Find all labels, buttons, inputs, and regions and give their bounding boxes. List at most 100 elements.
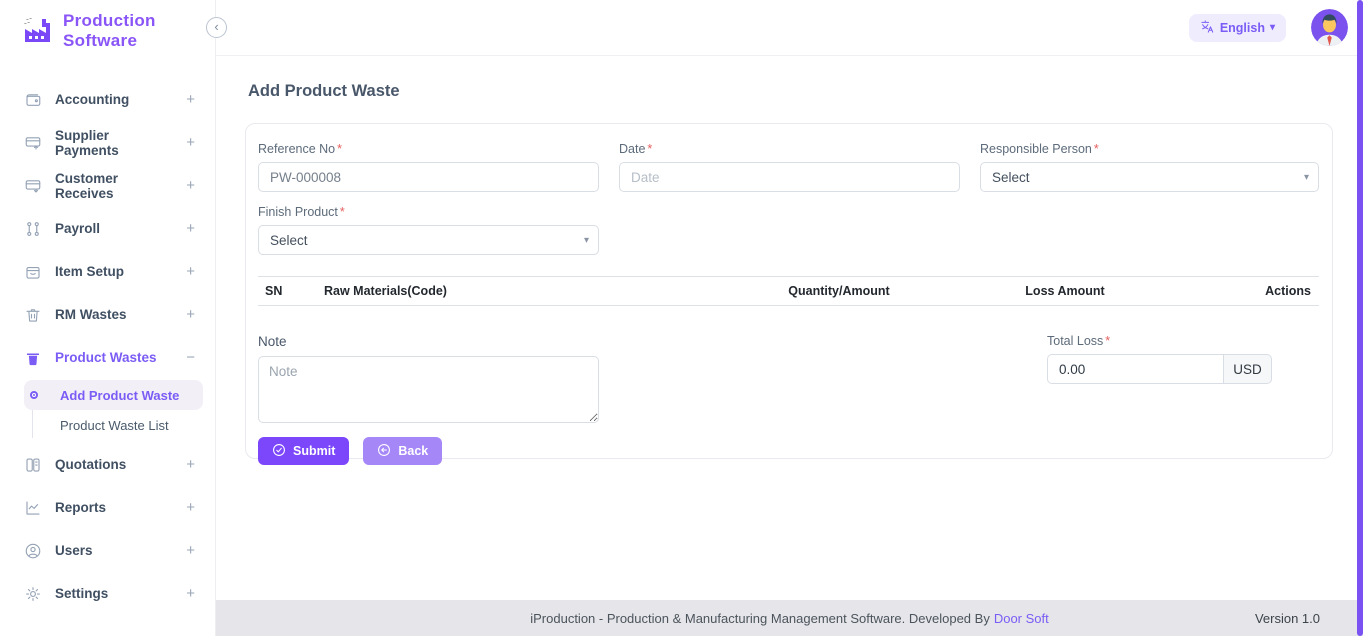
date-field-group: Date*: [619, 142, 960, 192]
responsible-person-label: Responsible Person*: [980, 142, 1319, 156]
sidebar-item-supplier-payments[interactable]: Supplier Payments +: [0, 121, 215, 164]
sidebar-item-label: Accounting: [55, 92, 129, 107]
total-loss-label: Total Loss*: [1047, 334, 1272, 348]
sidebar-item-label: Quotations: [55, 457, 126, 472]
brand-line2: Software: [63, 31, 137, 50]
expand-plus-icon[interactable]: +: [186, 134, 195, 151]
responsible-person-field-group: Responsible Person* Select ▾: [980, 142, 1319, 192]
card-arrow-down-icon: [24, 177, 42, 195]
back-button[interactable]: Back: [363, 437, 442, 465]
expand-plus-icon[interactable]: +: [186, 306, 195, 323]
user-icon: [24, 542, 42, 560]
col-sn: SN: [258, 284, 324, 298]
select-value: Select: [992, 170, 1030, 185]
page-title: Add Product Waste: [248, 82, 1363, 101]
sidebar-subitem-add-product-waste[interactable]: Add Product Waste: [24, 380, 203, 410]
sidebar-item-item-setup[interactable]: Item Setup +: [0, 250, 215, 293]
translate-icon: [1200, 19, 1215, 37]
chevron-down-icon: ▾: [584, 235, 589, 246]
sidebar-subitem-product-waste-list[interactable]: Product Waste List: [24, 410, 203, 440]
sidebar-item-reports[interactable]: Reports +: [0, 486, 215, 529]
active-bullet-icon: [30, 391, 38, 399]
label-text: Finish Product: [258, 205, 338, 219]
chevron-left-icon: ‹: [214, 19, 218, 34]
sidebar: Production Software Accounting + Supplie…: [0, 0, 216, 636]
collapse-minus-icon[interactable]: −: [186, 349, 195, 366]
label-text: Responsible Person: [980, 142, 1092, 156]
label-text: Reference No: [258, 142, 335, 156]
sidebar-item-quotations[interactable]: Quotations +: [0, 443, 215, 486]
footer: iProduction - Production & Manufacturing…: [216, 600, 1363, 636]
sidebar-item-product-wastes[interactable]: Product Wastes −: [0, 336, 215, 379]
sidebar-subitem-label: Product Waste List: [60, 418, 169, 433]
chevron-down-icon: ▾: [1304, 172, 1309, 183]
chart-line-icon: [24, 499, 42, 517]
sidebar-subitem-label: Add Product Waste: [60, 388, 179, 403]
sidebar-item-customer-receives[interactable]: Customer Receives +: [0, 164, 215, 207]
sidebar-item-payroll[interactable]: Payroll +: [0, 207, 215, 250]
col-actions: Actions: [1156, 284, 1319, 298]
expand-plus-icon[interactable]: +: [186, 263, 195, 280]
arrow-left-circle-icon: [377, 443, 391, 460]
sidebar-item-accounting[interactable]: Accounting +: [0, 78, 215, 121]
expand-plus-icon[interactable]: +: [186, 499, 195, 516]
box-icon: [24, 263, 42, 281]
expand-plus-icon[interactable]: +: [186, 177, 195, 194]
sidebar-item-label: Item Setup: [55, 264, 124, 279]
product-wastes-submenu: Add Product Waste Product Waste List: [24, 380, 203, 440]
sidebar-collapse-button[interactable]: ‹: [206, 17, 227, 38]
required-mark: *: [647, 142, 652, 156]
expand-plus-icon[interactable]: +: [186, 542, 195, 559]
brand-logo[interactable]: Production Software: [0, 0, 215, 52]
expand-plus-icon[interactable]: +: [186, 91, 195, 108]
note-label: Note: [258, 334, 599, 349]
finish-product-select[interactable]: Select ▾: [258, 225, 599, 255]
reference-no-label: Reference No*: [258, 142, 599, 156]
total-loss-field-group: Total Loss* USD: [1047, 334, 1272, 384]
user-avatar[interactable]: [1311, 9, 1348, 46]
note-field-group: Note: [258, 334, 599, 428]
factory-logo-icon: [18, 11, 54, 52]
sidebar-item-label: RM Wastes: [55, 307, 127, 322]
topbar: English ▾: [216, 0, 1363, 56]
sidebar-item-label: Supplier Payments: [55, 128, 173, 158]
raw-materials-table-header: SN Raw Materials(Code) Quantity/Amount L…: [258, 276, 1319, 306]
org-chart-icon: [24, 220, 42, 238]
date-label: Date*: [619, 142, 960, 156]
expand-plus-icon[interactable]: +: [186, 585, 195, 602]
responsible-person-select[interactable]: Select ▾: [980, 162, 1319, 192]
required-mark: *: [1105, 334, 1110, 348]
brand-name: Production Software: [63, 11, 156, 52]
expand-plus-icon[interactable]: +: [186, 220, 195, 237]
sidebar-item-label: Payroll: [55, 221, 100, 236]
wallet-icon: [24, 91, 42, 109]
sidebar-item-label: Reports: [55, 500, 106, 515]
sidebar-item-label: Customer Receives: [55, 171, 173, 201]
language-selector[interactable]: English ▾: [1189, 14, 1286, 42]
back-label: Back: [398, 444, 428, 458]
sidebar-item-users[interactable]: Users +: [0, 529, 215, 572]
main-area: English ▾ Add Product Waste Reference No…: [216, 0, 1363, 636]
sidebar-item-label: Settings: [55, 586, 108, 601]
expand-plus-icon[interactable]: +: [186, 456, 195, 473]
sidebar-item-rm-wastes[interactable]: RM Wastes +: [0, 293, 215, 336]
note-textarea[interactable]: [258, 356, 599, 423]
submit-label: Submit: [293, 444, 335, 458]
date-input[interactable]: [619, 162, 960, 192]
col-raw-materials: Raw Materials(Code): [324, 284, 704, 298]
total-loss-input[interactable]: [1047, 354, 1224, 384]
col-loss-amount: Loss Amount: [974, 284, 1156, 298]
sidebar-nav: Accounting + Supplier Payments + Custome…: [0, 78, 215, 615]
door-soft-link[interactable]: Door Soft: [994, 611, 1049, 626]
card-arrow-up-icon: [24, 134, 42, 152]
select-value: Select: [270, 233, 308, 248]
trash-icon: [24, 306, 42, 324]
chevron-down-icon: ▾: [1270, 22, 1275, 33]
sidebar-item-settings[interactable]: Settings +: [0, 572, 215, 615]
language-label: English: [1220, 21, 1265, 35]
reference-no-input[interactable]: [258, 162, 599, 192]
submit-button[interactable]: Submit: [258, 437, 349, 465]
clipboard-icon: [24, 456, 42, 474]
finish-product-label: Finish Product*: [258, 205, 599, 219]
page-scrollbar[interactable]: [1357, 0, 1363, 636]
